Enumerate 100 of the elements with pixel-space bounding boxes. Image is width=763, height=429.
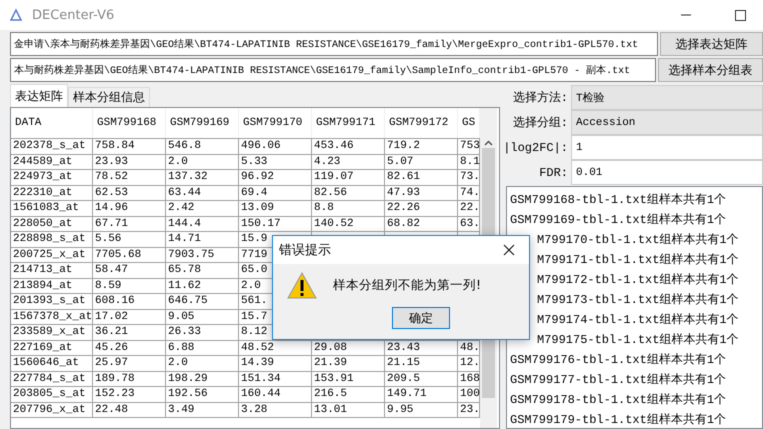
- list-item[interactable]: GSM799169-tbl-1.txt组样本共有1个: [507, 210, 762, 230]
- table-cell: 608.16: [93, 294, 166, 308]
- table-cell: 222310_at: [11, 186, 93, 200]
- table-cell: 21.39: [312, 356, 385, 370]
- table-cell: 2.0: [166, 356, 239, 370]
- table-cell: 78.52: [93, 170, 166, 184]
- column-header: GSM799169: [166, 108, 239, 138]
- choose-file-button[interactable]: 选择表达矩阵: [660, 32, 763, 56]
- field-label: |log2FC|:: [506, 140, 569, 156]
- table-cell: 69.4: [239, 186, 312, 200]
- table-cell: 3.28: [239, 402, 312, 417]
- list-item[interactable]: GSM799177-tbl-1.txt组样本共有1个: [507, 370, 762, 390]
- table-cell: 14.71: [166, 232, 239, 246]
- choose-file-button[interactable]: 选择样本分组表: [658, 58, 763, 82]
- table-cell: 22.26: [385, 201, 458, 216]
- table-cell: 227169_at: [11, 340, 93, 355]
- list-item[interactable]: GSM799178-tbl-1.txt组样本共有1个: [507, 390, 762, 410]
- table-cell: 62.53: [93, 186, 166, 200]
- scroll-up-icon[interactable]: [484, 140, 493, 146]
- input-field[interactable]: 1: [571, 135, 763, 160]
- table-cell: 36.21: [93, 325, 166, 340]
- ok-button[interactable]: 确定: [392, 307, 450, 329]
- table-cell: 152.23: [93, 387, 166, 402]
- file-path-field[interactable]: 金申请\亲本与耐药株差异基因\GEO结果\BT474-LAPATINIB RESISTANCE\GSE16179_family\MergeExpro_contrib1-GPL570.txt: [10, 32, 658, 56]
- table-cell: 198.29: [166, 372, 239, 386]
- table-cell: 3.49: [166, 402, 239, 417]
- list-item[interactable]: GSM799168-tbl-1.txt组样本共有1个: [507, 190, 762, 210]
- table-cell: 11.62: [166, 278, 239, 293]
- column-header: GSM799168: [93, 108, 166, 138]
- tab[interactable]: 样本分组信息: [68, 87, 150, 107]
- table-cell: 26.33: [166, 325, 239, 340]
- table-cell: 137.32: [166, 170, 239, 184]
- table-cell: 2.0: [166, 154, 239, 169]
- table-cell: 150.17: [239, 216, 312, 231]
- table-cell: 1560646_at: [11, 356, 93, 370]
- column-header: DATA: [11, 108, 93, 138]
- table-cell: 216.5: [312, 387, 385, 402]
- table-cell: 8.8: [312, 201, 385, 216]
- table-cell: 228898_s_at: [11, 232, 93, 246]
- list-item[interactable]: GSM799176-tbl-1.txt组样本共有1个: [507, 350, 762, 370]
- table-cell: 23.93: [93, 154, 166, 169]
- close-icon[interactable]: [503, 244, 515, 256]
- table-cell: 244589_at: [11, 154, 93, 169]
- table-cell: 209.5: [385, 372, 458, 386]
- table-cell: 9.95: [385, 402, 458, 417]
- table-cell: 14.39: [239, 356, 312, 370]
- table-cell: 233589_x_at: [11, 325, 93, 340]
- field-label: 选择方法:: [512, 90, 569, 107]
- table-cell: 496.06: [239, 139, 312, 154]
- table-cell: 45.26: [93, 340, 166, 355]
- table-cell: 17.02: [93, 310, 166, 324]
- table-cell: 144.4: [166, 216, 239, 231]
- column-header: GSM799170: [239, 108, 312, 138]
- column-header: GSM799171: [312, 108, 385, 138]
- maximize-icon[interactable]: [734, 10, 746, 20]
- table-cell: 646.75: [166, 294, 239, 308]
- table-cell: 5.07: [385, 154, 458, 169]
- dropdown[interactable]: T检验: [571, 85, 763, 110]
- table-cell: 151.34: [239, 372, 312, 386]
- field-label: FDR:: [538, 164, 569, 182]
- table-cell: 65.78: [166, 263, 239, 278]
- table-cell: 153.91: [312, 372, 385, 386]
- minimize-icon[interactable]: [681, 14, 691, 16]
- table-cell: 192.56: [166, 387, 239, 402]
- table-cell: 5.33: [239, 154, 312, 169]
- table-cell: 546.8: [166, 139, 239, 154]
- table-cell: 189.78: [93, 372, 166, 386]
- table-cell: 228050_at: [11, 216, 93, 231]
- table-cell: 719.2: [385, 139, 458, 154]
- table-cell: 22.48: [93, 402, 166, 417]
- table-cell: 6.88: [166, 340, 239, 355]
- table-cell: 1561083_at: [11, 201, 93, 216]
- table-cell: 5.56: [93, 232, 166, 246]
- table-cell: 119.07: [312, 170, 385, 184]
- window-title: DECenter-V6: [32, 8, 116, 22]
- input-field[interactable]: 0.01: [571, 160, 763, 185]
- table-cell: 214713_at: [11, 263, 93, 278]
- table-cell: 96.92: [239, 170, 312, 184]
- table-cell: 67.71: [93, 216, 166, 231]
- field-label: 选择分组:: [512, 115, 569, 132]
- table-cell: 68.82: [385, 216, 458, 231]
- dropdown[interactable]: Accession: [571, 110, 763, 135]
- table-cell: 758.84: [93, 139, 166, 154]
- table-cell: 13.09: [239, 201, 312, 216]
- table-cell: 58.47: [93, 263, 166, 278]
- tab[interactable]: 表达矩阵: [10, 84, 68, 107]
- table-cell: 160.44: [239, 387, 312, 402]
- list-item[interactable]: GSM799179-tbl-1.txt组样本共有1个: [507, 410, 762, 428]
- table-cell: 202378_s_at: [11, 139, 93, 154]
- table-cell: 207796_x_at: [11, 402, 93, 417]
- warning-icon: [287, 272, 317, 299]
- table-cell: 149.71: [385, 387, 458, 402]
- table-cell: 82.61: [385, 170, 458, 184]
- table-cell: 25.97: [93, 356, 166, 370]
- file-path-field[interactable]: 本与耐药株差异基因\GEO结果\BT474-LAPATINIB RESISTANCE\GSE16179_family\SampleInfo_contrib1-GPL570 - 副本.txt: [10, 58, 656, 82]
- table-cell: 4.23: [312, 154, 385, 169]
- table-cell: 140.52: [312, 216, 385, 231]
- table-cell: 2.42: [166, 201, 239, 216]
- table-cell: 8.59: [93, 278, 166, 293]
- column-header: GSM799172: [385, 108, 458, 138]
